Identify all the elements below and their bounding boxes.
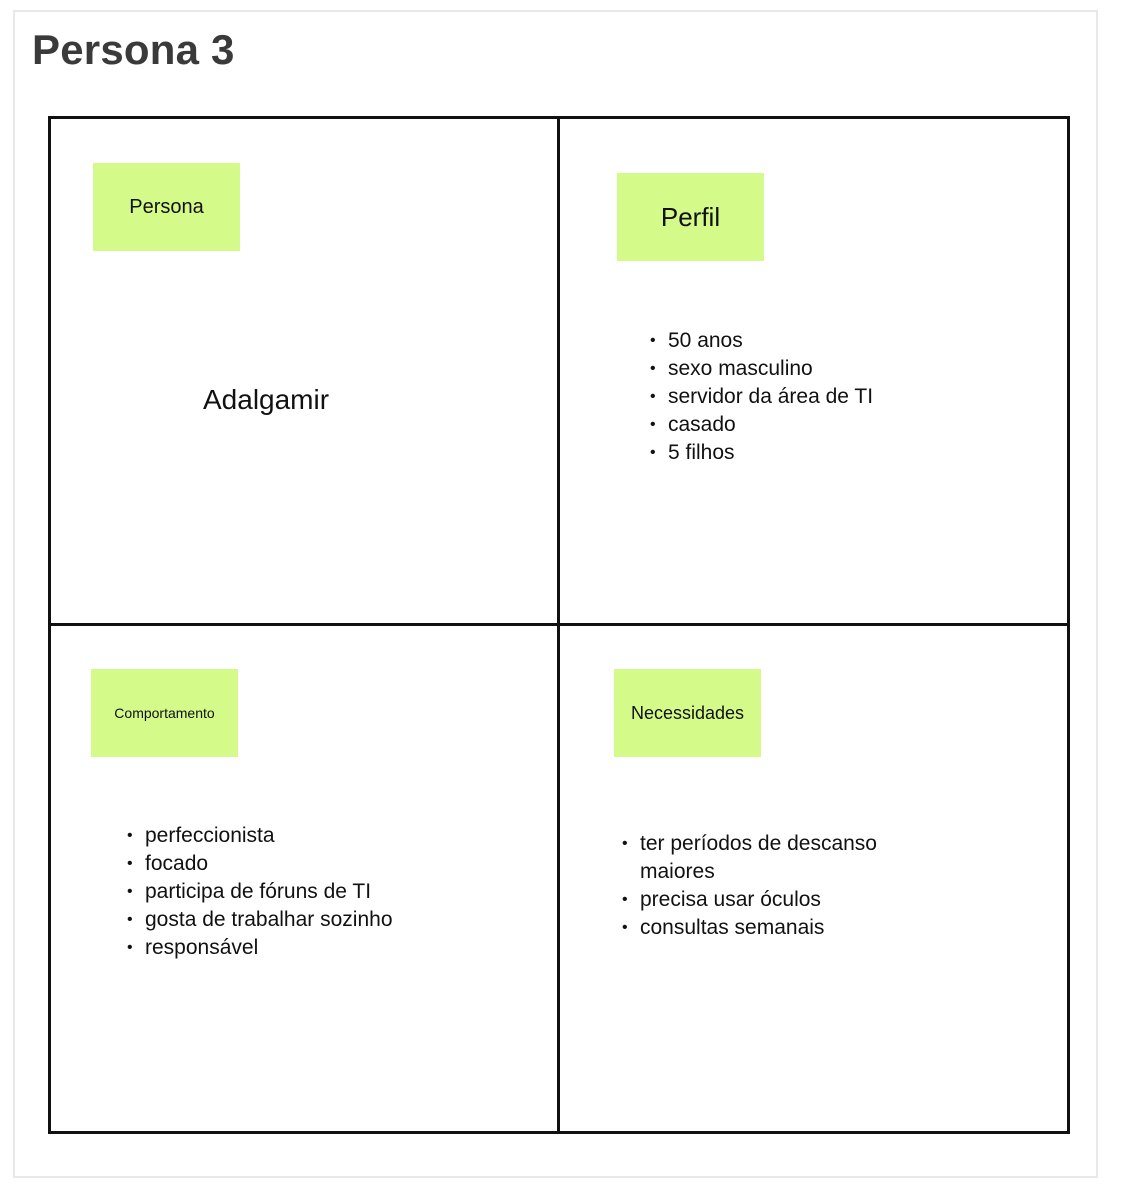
list-item: consultas semanais [620,914,920,942]
list-item: servidor da área de TI [648,383,873,411]
list-item: focado [125,850,393,878]
list-item: 5 filhos [648,439,873,467]
sticky-note-label: Comportamento [114,705,215,721]
sticky-note-comportamento[interactable]: Comportamento [91,669,238,757]
list-item: casado [648,411,873,439]
list-item: participa de fóruns de TI [125,878,393,906]
page-title: Persona 3 [32,26,235,73]
sticky-note-label: Perfil [660,201,721,232]
sticky-note-label: Necessidades [630,702,745,723]
grid-horizontal-divider [48,623,1070,626]
list-item: sexo masculino [648,355,873,383]
list-item: perfeccionista [125,822,393,850]
list-item: gosta de trabalhar sozinho [125,906,393,934]
sticky-note-perfil[interactable]: Perfil [617,173,764,261]
list-item: 50 anos [648,327,873,355]
sticky-note-persona[interactable]: Persona [93,163,240,251]
sticky-note-label: Persona [129,195,204,218]
sticky-note-necessidades[interactable]: Necessidades [614,669,761,757]
perfil-list: 50 anos sexo masculino servidor da área … [648,327,873,467]
necessidades-list: ter períodos de descanso maiores precisa… [620,830,920,942]
comportamento-list: perfeccionista focado participa de fórun… [125,822,393,962]
persona-name: Adalgamir [203,384,330,415]
list-item: ter períodos de descanso maiores [620,830,920,886]
list-item: precisa usar óculos [620,886,920,914]
list-item: responsável [125,934,393,962]
